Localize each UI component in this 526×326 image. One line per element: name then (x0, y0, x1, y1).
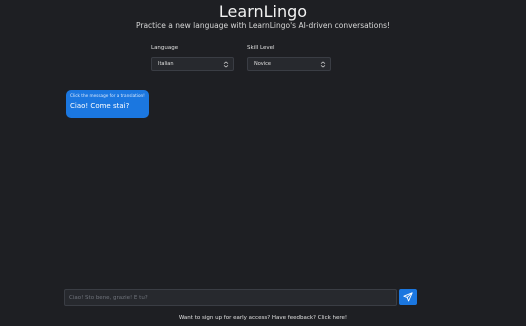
feedback-link[interactable]: Want to sign up for early access? Have f… (0, 314, 526, 322)
skill-level-select-value: Novice (254, 61, 271, 67)
chevron-updown-icon (320, 61, 326, 68)
send-icon (403, 292, 413, 302)
app-subtitle: Practice a new language with LearnLingo'… (135, 21, 391, 30)
chat-message-text: Ciao! Come stai? (70, 102, 130, 110)
language-select-value: Italian (158, 61, 174, 67)
language-select[interactable]: Italian (151, 57, 234, 71)
translation-hint: Click the message for a translation! (70, 93, 145, 98)
language-label: Language (151, 45, 179, 51)
skill-level-select[interactable]: Novice (247, 57, 331, 71)
chevron-updown-icon (223, 61, 229, 68)
chat-message-bubble[interactable]: Click the message for a translation! Cia… (66, 90, 149, 118)
send-button[interactable] (399, 289, 417, 305)
skill-level-label: Skill Level (247, 45, 275, 51)
app-title: LearnLingo (218, 2, 308, 21)
message-input[interactable] (64, 289, 397, 306)
